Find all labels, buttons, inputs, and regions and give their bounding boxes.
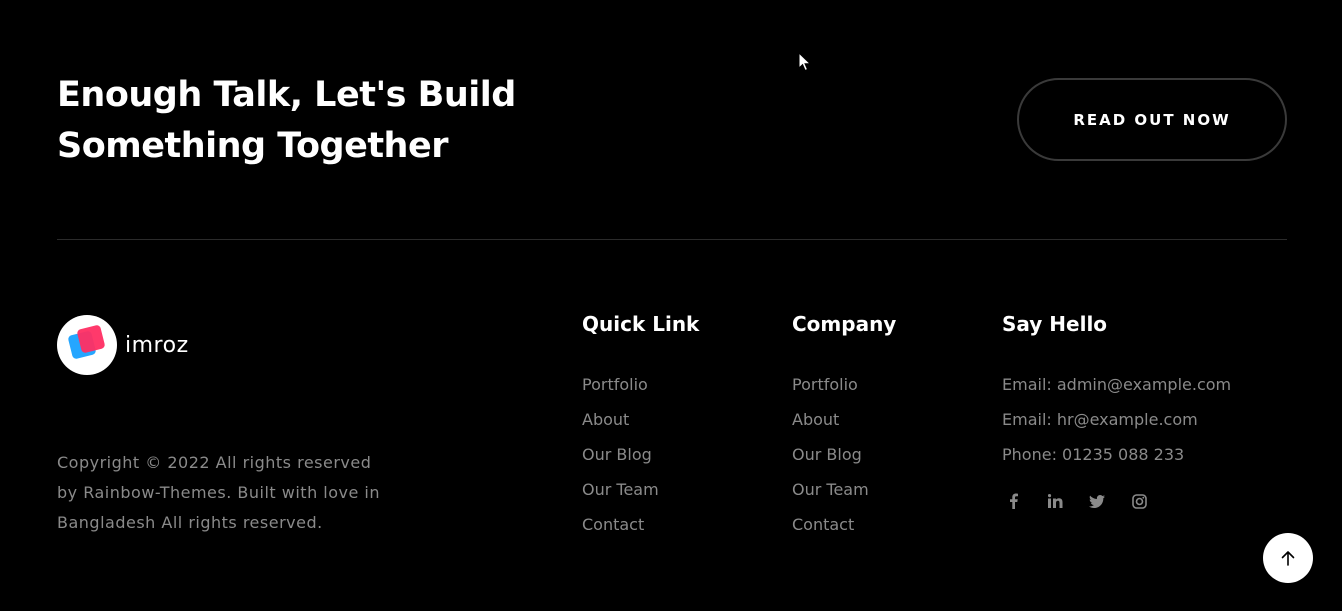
email-hr-link[interactable]: Email: hr@example.com xyxy=(1002,410,1198,429)
twitter-icon[interactable] xyxy=(1086,490,1108,512)
quick-link-about[interactable]: About xyxy=(582,410,629,429)
company-about[interactable]: About xyxy=(792,410,839,429)
divider xyxy=(57,239,1287,240)
email-admin-link[interactable]: Email: admin@example.com xyxy=(1002,375,1231,394)
copyright-line-1: Copyright © 2022 All rights reserved xyxy=(57,453,372,472)
cta-title-line-1: Enough Talk, Let's Build xyxy=(57,75,516,115)
linkedin-icon[interactable] xyxy=(1044,490,1066,512)
read-out-now-button[interactable]: READ OUT NOW xyxy=(1017,78,1287,161)
quick-link-our-team[interactable]: Our Team xyxy=(582,480,659,499)
logo-icon xyxy=(57,315,117,375)
back-to-top-button[interactable] xyxy=(1263,533,1313,583)
company-contact[interactable]: Contact xyxy=(792,515,854,534)
instagram-icon[interactable] xyxy=(1128,490,1150,512)
company-title: Company xyxy=(792,312,897,336)
quick-link-portfolio[interactable]: Portfolio xyxy=(582,375,648,394)
copyright-text: Copyright © 2022 All rights reserved by … xyxy=(57,448,417,538)
brand-logo[interactable]: imroz xyxy=(57,315,189,375)
phone-link[interactable]: Phone: 01235 088 233 xyxy=(1002,445,1184,464)
footer-section: Enough Talk, Let's Build Something Toget… xyxy=(0,0,1342,611)
company-column: Company Portfolio About Our Blog Our Tea… xyxy=(792,310,896,542)
company-portfolio[interactable]: Portfolio xyxy=(792,375,858,394)
say-hello-column: Say Hello Email: admin@example.com Email… xyxy=(1002,310,1231,512)
mouse-cursor-icon xyxy=(798,52,812,72)
say-hello-title: Say Hello xyxy=(1002,312,1108,336)
social-links xyxy=(1002,490,1231,512)
copyright-line-2: by Rainbow-Themes. Built with love in xyxy=(57,483,381,502)
company-our-blog[interactable]: Our Blog xyxy=(792,445,862,464)
arrow-up-icon xyxy=(1281,551,1295,566)
brand-name: imroz xyxy=(125,332,189,358)
cta-title: Enough Talk, Let's Build Something Toget… xyxy=(57,70,577,172)
copyright-line-3: Bangladesh All rights reserved. xyxy=(57,513,323,532)
quick-link-title: Quick Link xyxy=(582,312,700,336)
cta-title-line-2: Something Together xyxy=(57,126,448,166)
facebook-icon[interactable] xyxy=(1002,490,1024,512)
quick-link-contact[interactable]: Contact xyxy=(582,515,644,534)
quick-link-column: Quick Link Portfolio About Our Blog Our … xyxy=(582,310,699,542)
company-our-team[interactable]: Our Team xyxy=(792,480,869,499)
quick-link-our-blog[interactable]: Our Blog xyxy=(582,445,652,464)
